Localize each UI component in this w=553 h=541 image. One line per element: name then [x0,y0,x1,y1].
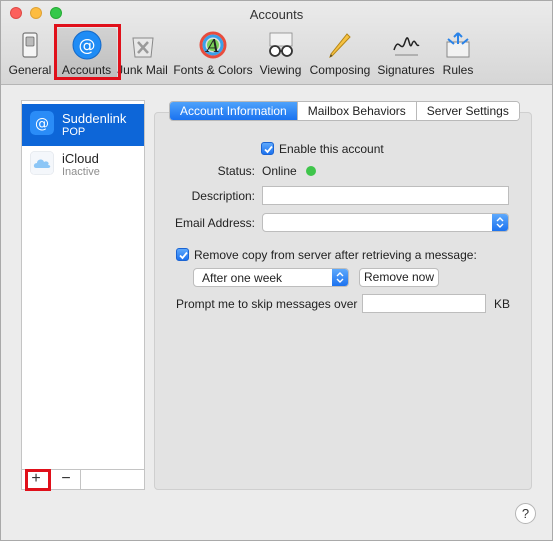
account-status: Inactive [62,166,100,178]
rules-icon [446,32,470,58]
email-address-label: Email Address: [174,216,255,230]
toolbar-general-label: General [8,63,52,77]
toolbar-rules-label: Rules [442,63,474,77]
account-name: Suddenlink [62,111,127,126]
general-switch-icon [22,32,38,58]
at-sign-icon: @ [72,30,101,60]
online-status-dot [306,166,316,176]
checkmark-icon [264,145,273,154]
account-tabs: Account Information Mailbox Behaviors Se… [169,101,520,121]
svg-text:@: @ [78,36,95,56]
toolbar-junk-mail-label: Junk Mail [117,63,168,77]
tab-mailbox-behaviors[interactable]: Mailbox Behaviors [297,102,417,120]
status-value: Online [262,164,297,178]
account-list-buttons: + − [21,469,145,490]
remove-after-value: After one week [202,271,283,285]
toolbar-composing[interactable]: Composing [307,28,373,80]
popup-arrows-icon [492,214,508,231]
remove-copy-label: Remove copy from server after retrieving… [194,248,477,262]
enable-account-label: Enable this account [279,142,384,156]
signature-icon [393,37,420,56]
add-account-button[interactable]: + [22,470,51,489]
skip-size-field[interactable] [362,294,486,313]
toolbar-accounts-label: Accounts [61,63,112,77]
junk-mail-icon [131,37,154,58]
popup-arrows-icon [332,269,348,286]
glasses-icon [268,32,293,57]
toolbar-rules[interactable]: Rules [439,28,477,80]
preferences-window: Accounts General @ Accounts Junk Mail A … [0,0,553,541]
toolbar-fonts-colors-label: Fonts & Colors [173,63,253,77]
account-item-icloud[interactable]: iCloud Inactive [22,144,144,186]
toolbar-signatures[interactable]: Signatures [376,28,436,80]
toolbar-accounts[interactable]: @ Accounts [56,28,117,80]
toolbar-signatures-label: Signatures [377,63,435,77]
account-type: POP [62,126,86,138]
fonts-colors-icon: A [199,31,227,59]
cloud-icon [30,151,54,175]
skip-size-unit: KB [494,297,511,311]
account-name: iCloud [62,151,99,166]
window-title: Accounts [249,7,304,22]
svg-text:A: A [205,36,220,57]
email-address-popup[interactable] [262,213,509,232]
checkmark-icon [179,251,188,260]
remove-account-button[interactable]: − [52,470,81,489]
status-label: Status: [217,164,255,178]
toolbar-viewing-label: Viewing [259,63,302,77]
description-field[interactable] [262,186,509,205]
help-button[interactable]: ? [515,503,536,524]
at-sign-icon: @ [30,111,54,135]
tab-account-information[interactable]: Account Information [170,102,298,120]
tab-server-settings[interactable]: Server Settings [416,102,519,120]
toolbar-viewing[interactable]: Viewing [257,28,304,80]
enable-account-checkbox[interactable] [261,142,274,155]
toolbar-composing-label: Composing [309,63,371,77]
toolbar-general[interactable]: General [7,28,53,80]
remove-copy-checkbox[interactable] [176,248,189,261]
remove-now-button[interactable]: Remove now [359,268,439,287]
toolbar-junk-mail[interactable]: Junk Mail [117,28,168,80]
description-label: Description: [191,189,255,203]
account-item-suddenlink[interactable]: @ Suddenlink POP [22,104,144,146]
accounts-list: @ Suddenlink POP iCloud Inactive [21,100,145,490]
skip-messages-label: Prompt me to skip messages over [176,297,358,311]
pencil-icon [329,33,351,58]
remove-after-popup[interactable]: After one week [193,268,349,287]
toolbar-fonts-colors[interactable]: A Fonts & Colors [171,28,255,80]
title-bar: Accounts General @ Accounts Junk Mail A … [1,1,552,85]
svg-text:@: @ [35,116,49,132]
